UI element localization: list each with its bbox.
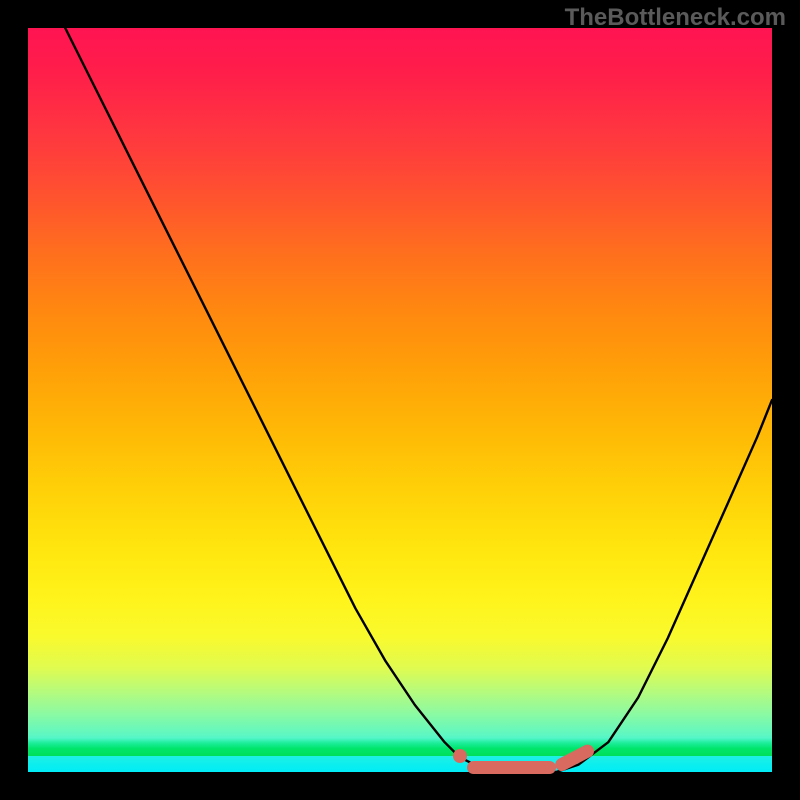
- curve-marker-dot: [453, 749, 467, 763]
- curve-marker-flat: [467, 761, 556, 774]
- bottleneck-curve: [28, 28, 772, 772]
- chart-plot-area: [28, 28, 772, 772]
- watermark-text: TheBottleneck.com: [565, 4, 786, 32]
